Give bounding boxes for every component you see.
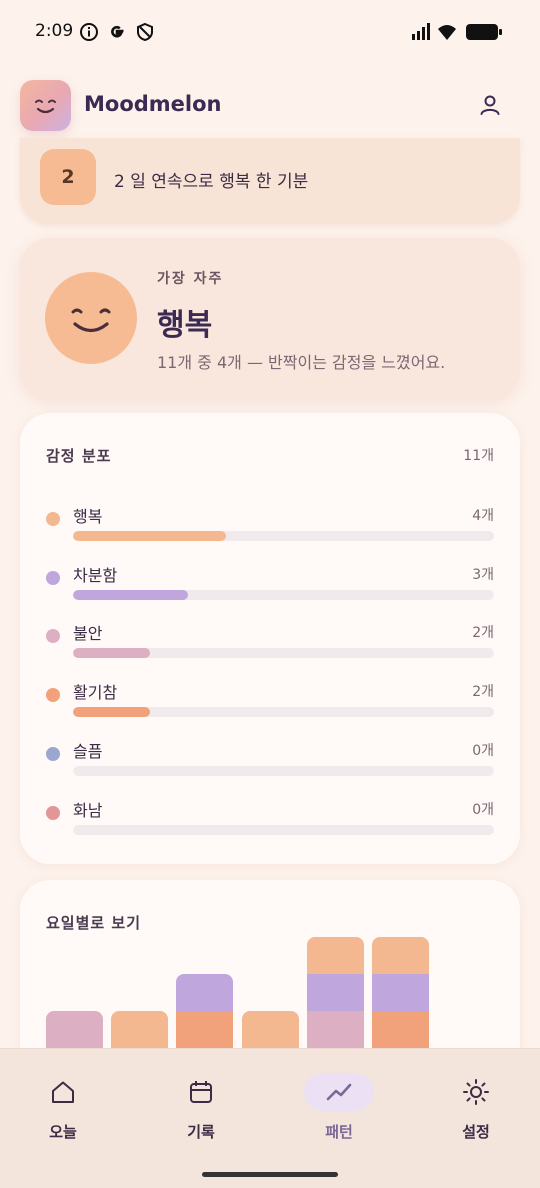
- distribution-total: 11개: [463, 448, 494, 464]
- info-icon: [80, 23, 98, 41]
- weekday-bar-segment: [176, 974, 234, 1011]
- weekday-bar-segment: [372, 1011, 429, 1048]
- battery-icon: [466, 24, 502, 40]
- nav-item-patterns[interactable]: 패턴: [285, 1063, 393, 1143]
- status-time: 2:09: [35, 21, 74, 41]
- weekday-bar: [372, 937, 429, 1048]
- distribution-label: 슬픔: [73, 742, 103, 761]
- status-right-icons: [412, 23, 502, 40]
- weekday-bar-segment: [111, 1011, 169, 1048]
- nav-item-records[interactable]: 기록: [147, 1063, 255, 1143]
- app-title: Moodmelon: [84, 92, 222, 116]
- mood-distribution-card: 감정 분포 11개 행복 4개 차분함 3개 불안 2개 활기참 2개 슬픔 0개 화남 0개: [20, 413, 520, 864]
- nav-label-patterns: 패턴: [325, 1123, 353, 1141]
- weekday-bar-segment: [46, 1011, 103, 1048]
- nav-label-settings: 설정: [462, 1123, 490, 1141]
- distribution-title: 감정 분포: [46, 447, 112, 465]
- distribution-value: 4개: [472, 508, 494, 524]
- smiley-logo-icon: [20, 80, 71, 131]
- distribution-value: 3개: [472, 567, 494, 583]
- weekday-bar-segment: [306, 937, 364, 974]
- shield-icon: [137, 22, 153, 42]
- distribution-row: 화남 0개: [46, 795, 494, 845]
- sun-settings-icon: [441, 1073, 511, 1111]
- distribution-label: 행복: [73, 507, 103, 526]
- distribution-value: 0개: [472, 743, 494, 759]
- user-icon[interactable]: [478, 93, 502, 117]
- distribution-value: 2개: [472, 684, 494, 700]
- google-icon: [111, 25, 124, 38]
- distribution-row: 차분함 3개: [46, 560, 494, 610]
- mood-color-dot: [46, 512, 60, 526]
- distribution-value: 0개: [472, 802, 494, 818]
- weekday-bar-segment: [306, 974, 364, 1011]
- wifi-icon: [438, 25, 456, 40]
- distribution-row: 활기참 2개: [46, 677, 494, 727]
- distribution-bar-fill: [73, 590, 188, 600]
- distribution-value: 2개: [472, 625, 494, 641]
- distribution-bar-track: [73, 707, 494, 717]
- signal-icon: [412, 23, 430, 40]
- weekday-bar-segment: [372, 937, 429, 974]
- mood-color-dot: [46, 747, 60, 761]
- hero-caption: 가장 자주: [157, 271, 224, 287]
- distribution-label: 화남: [73, 801, 103, 820]
- distribution-bar-track: [73, 590, 494, 600]
- mood-color-dot: [46, 571, 60, 585]
- distribution-label: 불안: [73, 624, 103, 643]
- streak-card: 2 2 일 연속으로 행복 한 기분: [20, 138, 520, 224]
- nav-label-records: 기록: [187, 1123, 215, 1141]
- status-bar: 2:09: [0, 0, 540, 64]
- distribution-row: 행복 4개: [46, 501, 494, 551]
- nav-item-settings[interactable]: 설정: [422, 1063, 530, 1143]
- most-frequent-mood-card: 가장 자주 행복 11개 중 4개 — 반짝이는 감정을 느꼈어요.: [20, 238, 520, 398]
- weekday-bar-segment: [176, 1011, 234, 1048]
- mood-color-dot: [46, 688, 60, 702]
- hero-mood-name: 행복: [157, 308, 213, 343]
- mood-color-dot: [46, 806, 60, 820]
- distribution-bar-track: [73, 648, 494, 658]
- distribution-row: 슬픔 0개: [46, 736, 494, 786]
- streak-text: 2 일 연속으로 행복 한 기분: [114, 172, 309, 192]
- streak-count-badge: 2: [40, 149, 96, 205]
- weekday-chart: [46, 937, 494, 1048]
- calendar-icon: [166, 1073, 236, 1111]
- distribution-bar-track: [73, 531, 494, 541]
- app-header: Moodmelon: [0, 78, 540, 134]
- distribution-bar-track: [73, 825, 494, 835]
- weekday-bar-segment: [306, 1011, 364, 1048]
- weekday-bar: [241, 1011, 299, 1048]
- bottom-nav: 오늘 기록 패턴 설정: [0, 1048, 540, 1188]
- nav-item-today[interactable]: 오늘: [9, 1063, 117, 1143]
- distribution-bar-fill: [73, 707, 150, 717]
- happy-face-icon: [45, 272, 137, 364]
- weekday-bar: [46, 1011, 103, 1048]
- distribution-bar-fill: [73, 531, 227, 541]
- weekday-bar-segment: [241, 1011, 299, 1048]
- weekday-bar-segment: [372, 974, 429, 1011]
- distribution-bar-fill: [73, 648, 150, 658]
- weekday-title: 요일별로 보기: [46, 914, 142, 932]
- weekday-bar: [306, 937, 364, 1048]
- home-icon: [28, 1073, 98, 1111]
- trend-icon: [304, 1073, 374, 1111]
- distribution-bar-track: [73, 766, 494, 776]
- nav-label-today: 오늘: [49, 1123, 77, 1141]
- distribution-label: 차분함: [73, 566, 118, 585]
- distribution-row: 불안 2개: [46, 618, 494, 668]
- distribution-label: 활기참: [73, 683, 118, 702]
- weekday-bar: [111, 1011, 169, 1048]
- hero-description: 11개 중 4개 — 반짝이는 감정을 느꼈어요.: [157, 353, 446, 372]
- home-indicator: [202, 1172, 338, 1177]
- mood-color-dot: [46, 629, 60, 643]
- weekday-bar: [176, 974, 234, 1048]
